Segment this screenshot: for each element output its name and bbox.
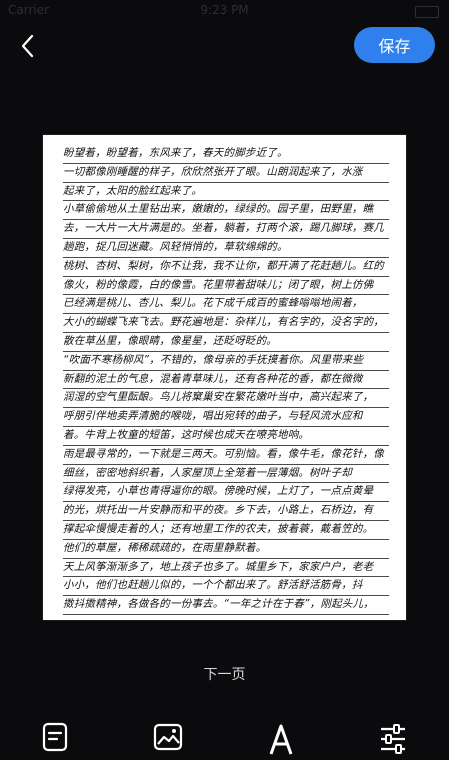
status-time: 9:23 PM (200, 3, 249, 17)
document-line: 像火，粉的像霞，白的像雪。花里带着甜味儿；闭了眼，树上仿佛 (63, 277, 389, 296)
chevron-left-icon (21, 34, 34, 58)
image-icon (153, 723, 183, 751)
document-line: 趟跑，捉几回迷藏。风轻悄悄的，草软绵绵的。 (63, 239, 389, 258)
document-line: 散在草丛里，像眼睛，像星星，还眨呀眨的。 (63, 333, 389, 352)
document-line: 去，一大片一大片满是的。坐着，躺着，打两个滚，踢几脚球，赛几 (63, 220, 389, 239)
text-doc-icon (42, 722, 68, 752)
bottom-toolbar (0, 712, 449, 755)
document-line: 新翻的泥土的气息，混着青草味儿，还有各种花的香，都在微微 (63, 371, 389, 390)
image-button[interactable] (152, 722, 186, 756)
adjust-button[interactable] (378, 722, 412, 756)
document-line: 雨是最寻常的，一下就是三两天。可别恼。看，像牛毛，像花针，像 (63, 446, 389, 465)
document-line: 润湿的空气里酝酿。鸟儿将窠巢安在繁花嫩叶当中，高兴起来了， (63, 389, 389, 409)
document-line: 小小，他们也赶趟儿似的，一个个都出来了。舒活舒活筋骨，抖 (63, 577, 389, 597)
document-line: 一切都像刚睡醒的样子，欣欣然张开了眼。山朗润起来了，水涨 (63, 164, 389, 183)
document-line: 起来了，太阳的脸红起来了。 (63, 183, 389, 202)
sliders-icon (381, 724, 405, 754)
document-line: 的光，烘托出一片安静而和平的夜。乡下去，小路上，石桥边，有 (63, 502, 389, 521)
document-line: 大小的蝴蝶飞来飞去。野花遍地是：杂样儿，有名字的，没名字的， (63, 314, 389, 333)
document-line: 着。牛背上牧童的短笛，这时候也成天在嘹亮地响。 (63, 427, 389, 446)
text-recognize-button[interactable] (40, 722, 74, 756)
next-page-button[interactable]: 下一页 (0, 664, 449, 684)
document-page: 盼望着，盼望着，东风来了，春天的脚步近了。 一切都像刚睡醒的样子，欣欣然张开了眼。… (43, 135, 406, 620)
document-text: 盼望着，盼望着，东风来了，春天的脚步近了。 一切都像刚睡醒的样子，欣欣然张开了眼。… (63, 145, 389, 615)
save-button[interactable]: 保存 (354, 27, 435, 63)
document-line: 盼望着，盼望着，东风来了，春天的脚步近了。 (63, 145, 389, 164)
document-line: 桃树、杏树、梨树，你不让我，我不让你，都开满了花赶趟儿。红的 (63, 258, 389, 277)
font-a-icon (269, 724, 293, 755)
document-line: 已经满是桃儿、杏儿、梨儿。花下成千成百的蜜蜂嗡嗡地闹着， (63, 295, 389, 315)
document-line: 他们的草屋，稀稀疏疏的，在雨里静默着。 (63, 540, 389, 559)
document-line: 绿得发亮，小草也青得逼你的眼。傍晚时候，上灯了，一点点黄晕 (63, 483, 389, 503)
document-line: “吹面不寒杨柳风”，不错的，像母亲的手抚摸着你。风里带来些 (63, 352, 389, 371)
document-line: 细丝，密密地斜织着，人家屋顶上全笼着一层薄烟。树叶子却 (63, 465, 389, 484)
font-button[interactable] (266, 722, 300, 756)
battery-icon (415, 6, 439, 18)
document-line: 撑起伞慢慢走着的人；还有地里工作的农夫，披着蓑，戴着笠的。 (63, 521, 389, 540)
status-bar: Carrier 9:23 PM (0, 0, 449, 22)
document-line: 呼朋引伴地卖弄清脆的喉咙，唱出宛转的曲子，与轻风流水应和 (63, 408, 389, 427)
back-button[interactable] (12, 30, 44, 62)
document-line: 天上风筝渐渐多了，地上孩子也多了。城里乡下，家家户户，老老 (63, 559, 389, 578)
document-line: 擞抖擞精神，各做各的一份事去。“一年之计在于春”，刚起头儿， (63, 596, 389, 615)
document-line: 小草偷偷地从土里钻出来，嫩嫩的，绿绿的。园子里，田野里，瞧 (63, 201, 389, 221)
